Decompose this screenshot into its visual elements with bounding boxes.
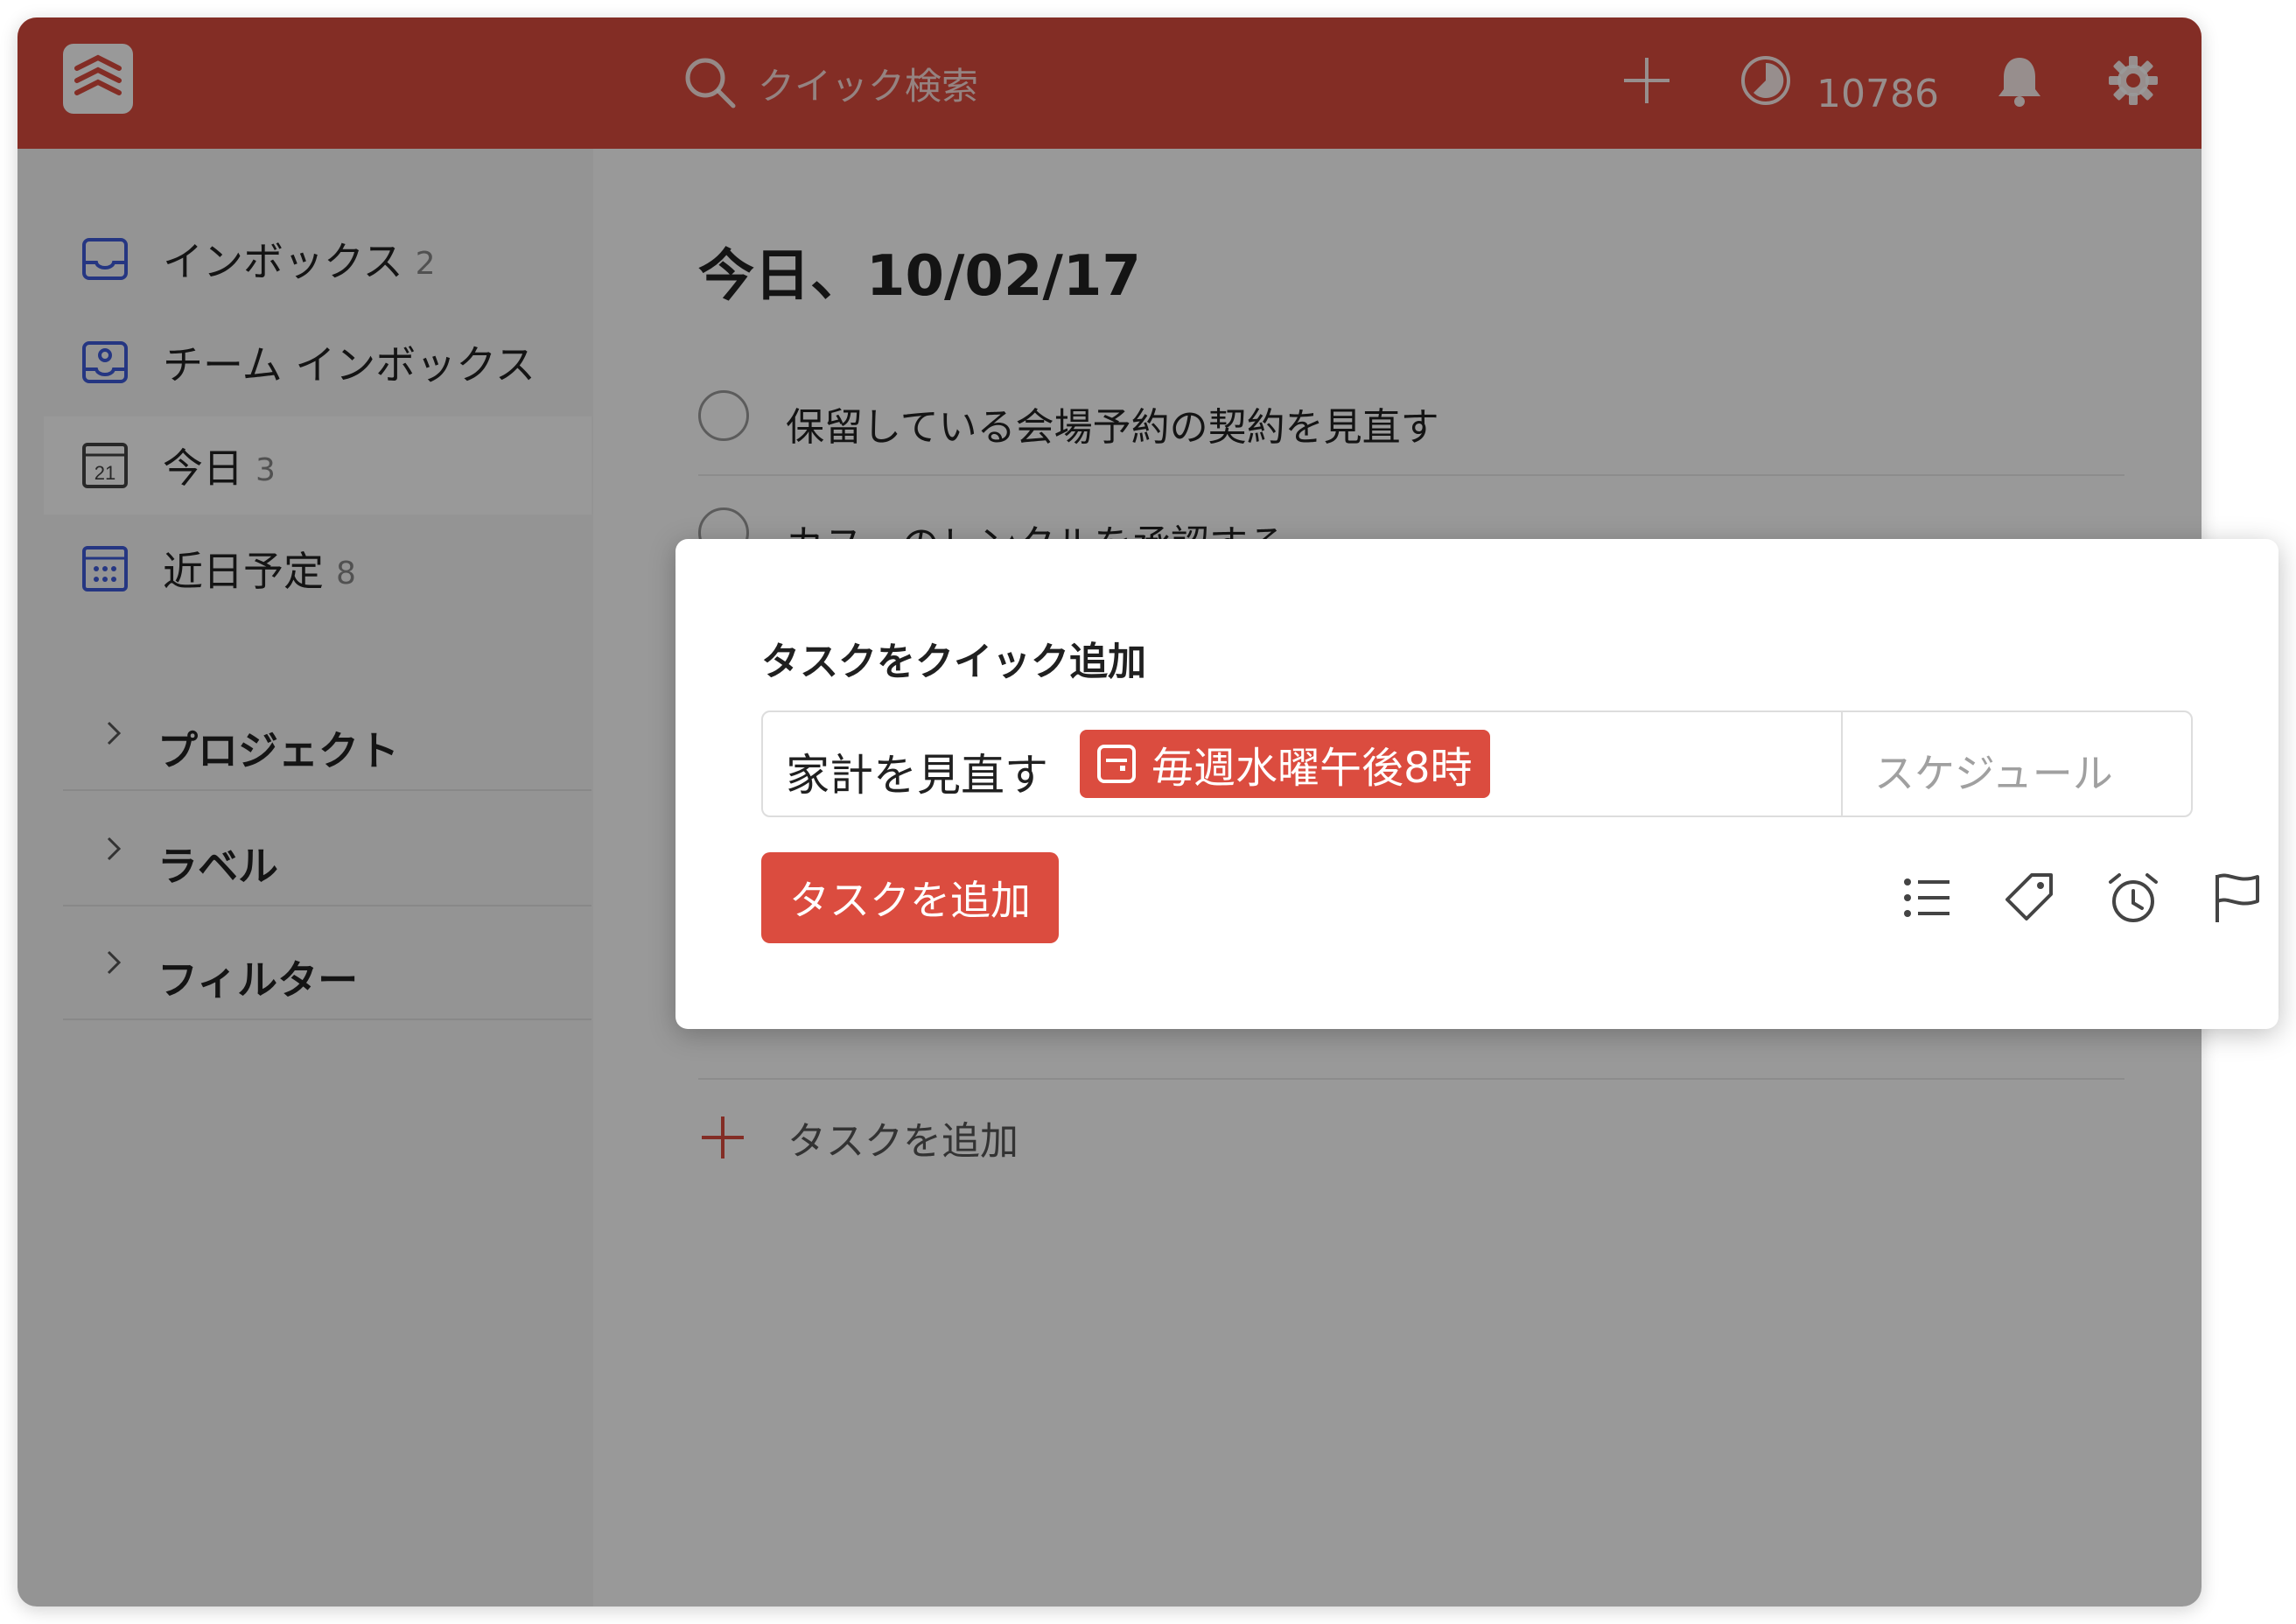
label-tag-icon[interactable] bbox=[2002, 870, 2058, 926]
schedule-field[interactable]: スケジュール bbox=[1841, 712, 2191, 816]
task-input-text[interactable]: 家計を見直す bbox=[786, 740, 1048, 803]
reminder-alarm-icon[interactable] bbox=[2105, 870, 2161, 926]
dialog-title: タスクをクイック追加 bbox=[761, 640, 1146, 684]
schedule-placeholder[interactable]: スケジュール bbox=[1874, 742, 2113, 800]
add-task-button[interactable]: タスクを追加 bbox=[761, 852, 1059, 943]
priority-flag-icon[interactable] bbox=[2208, 870, 2264, 926]
date-chip[interactable]: 毎週水曜午後8時 bbox=[1080, 730, 1490, 798]
quick-add-dialog: タスクをクイック追加 家計を見直す 毎週水曜午後8時 スケジュール タスクを追加 bbox=[676, 539, 2278, 1029]
task-input[interactable]: 家計を見直す 毎週水曜午後8時 スケジュール bbox=[761, 710, 2193, 817]
project-list-icon[interactable] bbox=[1899, 870, 1955, 926]
date-chip-text[interactable]: 毎週水曜午後8時 bbox=[1152, 733, 1473, 794]
calendar-icon bbox=[1097, 745, 1136, 783]
